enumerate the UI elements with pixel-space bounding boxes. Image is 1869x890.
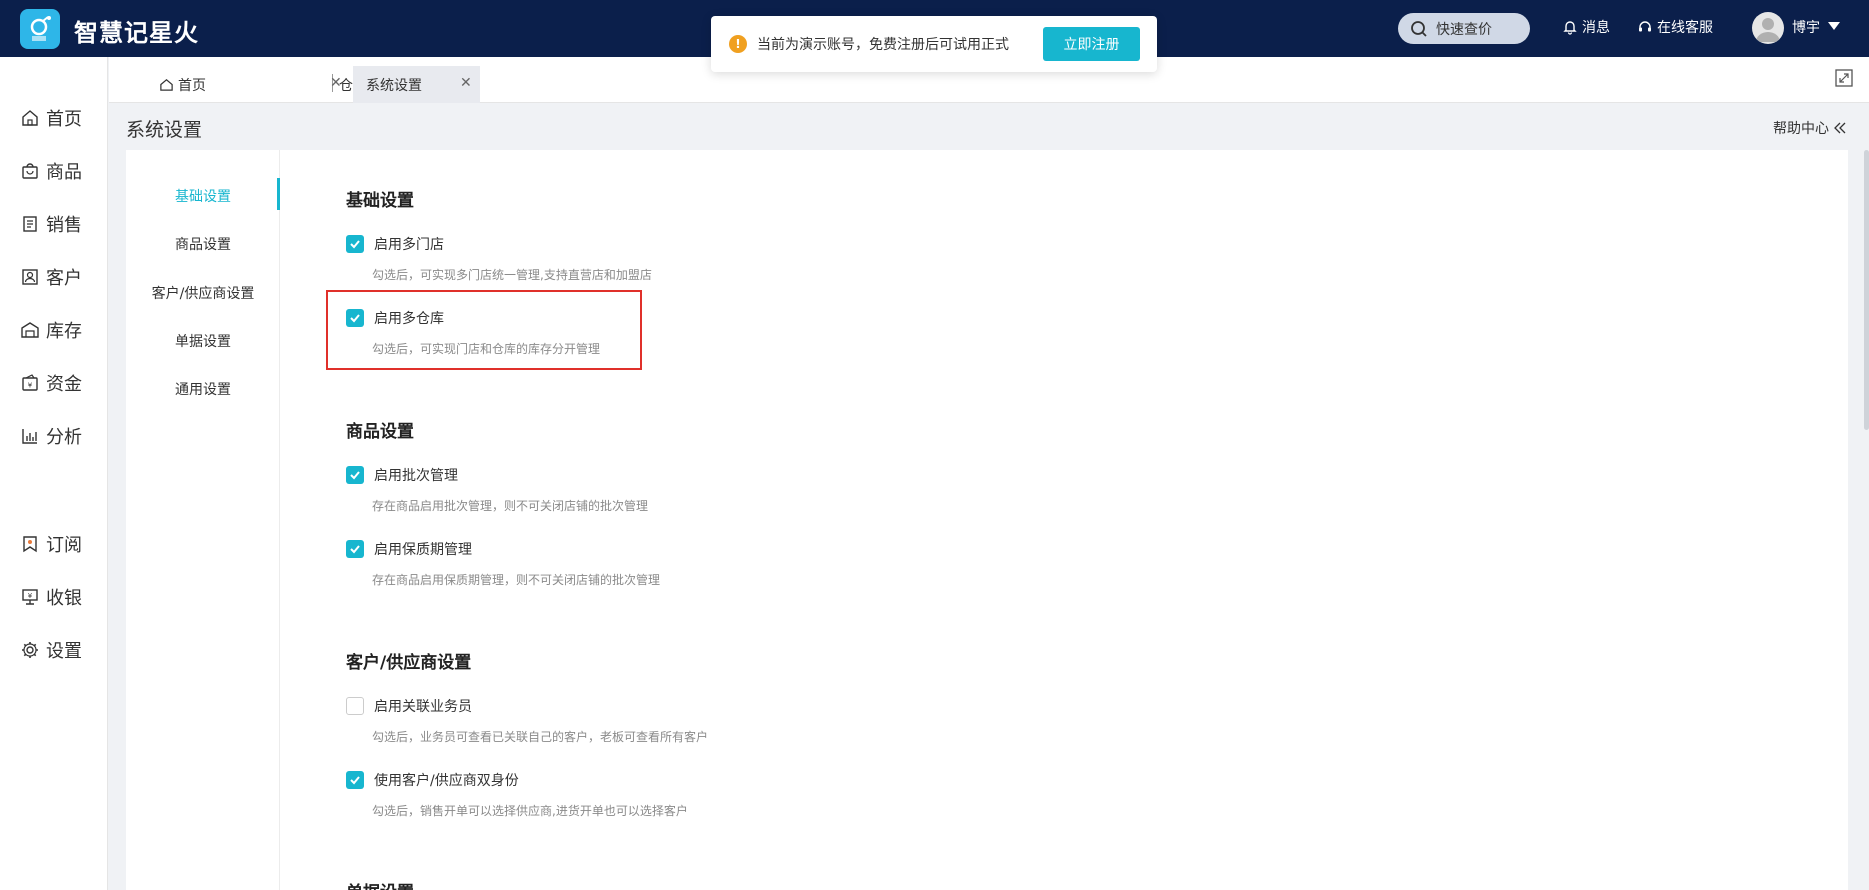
tab-close-warehouse[interactable]: ✕ — [330, 75, 342, 91]
register-button[interactable]: 立即注册 — [1043, 27, 1140, 61]
quick-search-button[interactable]: 快速查价 — [1398, 13, 1530, 44]
section-title: 客户/供应商设置 — [346, 653, 472, 673]
messages-label: 消息 — [1582, 20, 1610, 36]
sub-nav-documents[interactable]: 单据设置 — [126, 331, 280, 351]
demo-account-notice: ! 当前为演示账号，免费注册后可试用正式 立即注册 — [711, 16, 1157, 72]
option-label: 使用客户/供应商双身份 — [374, 773, 519, 789]
option-multi-store[interactable]: 启用多门店 — [346, 234, 444, 254]
nav-label: 订阅 — [46, 535, 82, 556]
checkbox-checked[interactable] — [346, 466, 364, 484]
warning-icon: ! — [729, 35, 747, 53]
checkbox-checked[interactable] — [346, 235, 364, 253]
support-link[interactable]: 在线客服 — [1637, 17, 1713, 37]
nav-item-inventory[interactable]: 库存 — [20, 317, 82, 343]
nav-item-customers[interactable]: 客户 — [20, 264, 82, 290]
nav-item-home[interactable]: 首页 — [20, 105, 82, 131]
nav-label: 客户 — [46, 268, 82, 289]
messages-link[interactable]: 消息 — [1562, 17, 1610, 37]
option-description: 勾选后，业务员可查看已关联自己的客户，老板可查看所有客户 — [372, 730, 709, 744]
double-chevron-left-icon — [1834, 122, 1846, 134]
nav-label: 分析 — [46, 427, 82, 448]
option-description: 勾选后，销售开单可以选择供应商,进货开单也可以选择客户 — [372, 804, 688, 818]
tab-home[interactable]: 首页 — [155, 66, 210, 103]
help-center-link[interactable]: 帮助中心 — [1773, 118, 1847, 138]
nav-label: 资金 — [46, 374, 82, 395]
headset-icon — [1639, 21, 1651, 32]
section-title: 基础设置 — [346, 191, 414, 211]
caret-down-icon[interactable] — [1828, 22, 1840, 30]
help-center-label: 帮助中心 — [1773, 121, 1829, 137]
nav-label: 库存 — [46, 321, 82, 342]
nav-label: 收银 — [46, 588, 82, 609]
option-description: 存在商品启用保质期管理，则不可关闭店铺的批次管理 — [372, 573, 661, 587]
svg-text:¥: ¥ — [28, 382, 33, 390]
user-name[interactable]: 博宇 — [1792, 17, 1820, 37]
home-icon — [160, 79, 173, 91]
wallet-icon: ¥ — [22, 374, 38, 391]
svg-text:¥: ¥ — [28, 592, 33, 600]
option-shelf-life[interactable]: 启用保质期管理 — [346, 539, 472, 559]
bag-icon — [22, 163, 38, 179]
option-description: 勾选后，可实现多门店统一管理,支持直营店和加盟店 — [372, 268, 652, 282]
nav-label: 商品 — [46, 162, 82, 183]
page-title: 系统设置 — [126, 119, 203, 141]
option-label: 启用保质期管理 — [374, 542, 472, 558]
option-dual-identity[interactable]: 使用客户/供应商双身份 — [346, 770, 519, 790]
document-icon — [23, 216, 37, 232]
section-title: 单据设置 — [346, 878, 414, 890]
checkbox-checked[interactable] — [346, 540, 364, 558]
nav-item-sales[interactable]: 销售 — [20, 211, 82, 237]
sub-nav-basic[interactable]: 基础设置 — [126, 186, 280, 206]
warehouse-icon — [21, 322, 39, 338]
nav-item-subscribe[interactable]: 订阅 — [20, 531, 82, 557]
nav-label: 设置 — [46, 641, 82, 662]
scrollbar[interactable] — [1864, 150, 1869, 430]
tab-close-system-settings[interactable]: ✕ — [460, 75, 472, 91]
option-link-salesperson[interactable]: 启用关联业务员 — [346, 696, 472, 716]
tab-label: 系统设置 — [366, 77, 422, 94]
nav-item-analysis[interactable]: 分析 — [20, 423, 82, 449]
option-batch-management[interactable]: 启用批次管理 — [346, 465, 458, 485]
gear-icon — [22, 642, 38, 658]
cashier-icon: ¥ — [22, 589, 38, 605]
option-description: 存在商品启用批次管理，则不可关闭店铺的批次管理 — [372, 499, 649, 513]
option-label: 启用批次管理 — [374, 468, 458, 484]
nav-item-cashier[interactable]: ¥ 收银 — [20, 584, 82, 610]
section-title: 商品设置 — [346, 422, 414, 442]
logo-icon[interactable] — [20, 9, 60, 49]
left-nav: 首页 商品 销售 客户 库存 ¥ 资金 分析 订阅 ¥ 收银 设置 — [0, 57, 108, 890]
support-label: 在线客服 — [1657, 20, 1713, 36]
chart-icon — [22, 429, 37, 444]
sub-nav-general[interactable]: 通用设置 — [126, 379, 280, 399]
contact-icon — [22, 269, 38, 285]
option-label: 启用关联业务员 — [374, 699, 472, 715]
highlight-box — [326, 290, 642, 370]
nav-label: 销售 — [46, 215, 82, 236]
notice-text: 当前为演示账号，免费注册后可试用正式 — [757, 37, 1009, 53]
checkbox-checked[interactable] — [346, 771, 364, 789]
user-icon — [1756, 18, 1780, 42]
sub-nav-goods[interactable]: 商品设置 — [126, 234, 280, 254]
home-icon — [22, 110, 38, 126]
tab-label: 首页 — [178, 77, 206, 94]
settings-card: 基础设置 商品设置 客户/供应商设置 单据设置 通用设置 基础设置 启用多门店 … — [126, 150, 1848, 890]
nav-item-settings[interactable]: 设置 — [20, 637, 82, 663]
avatar[interactable] — [1752, 12, 1784, 44]
quick-search-label: 快速查价 — [1436, 21, 1492, 38]
fullscreen-icon[interactable] — [1835, 69, 1853, 87]
bell-icon — [1563, 21, 1577, 35]
brand-name: 智慧记星火 — [74, 19, 199, 47]
sub-nav-customer-supplier[interactable]: 客户/供应商设置 — [126, 283, 280, 303]
nav-item-goods[interactable]: 商品 — [20, 158, 82, 184]
option-label: 启用多门店 — [374, 237, 444, 253]
nav-item-funds[interactable]: ¥ 资金 — [20, 370, 82, 396]
settings-sub-nav: 基础设置 商品设置 客户/供应商设置 单据设置 通用设置 — [126, 150, 280, 890]
nav-label: 首页 — [46, 109, 82, 130]
search-icon — [1411, 20, 1427, 37]
bookmark-icon — [23, 536, 37, 553]
checkbox-unchecked[interactable] — [346, 697, 364, 715]
